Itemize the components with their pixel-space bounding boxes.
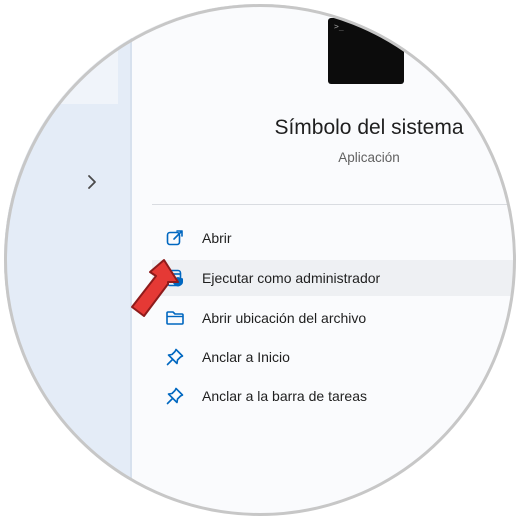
magnifier-circle: >_ Símbolo del sistema Aplicación Abrir — [4, 4, 514, 514]
separator — [152, 204, 514, 205]
menu-item-pin-start[interactable]: Anclar a Inicio — [152, 339, 514, 375]
left-pane-top — [4, 4, 118, 104]
menu-item-label: Ejecutar como administrador — [202, 270, 381, 286]
menu-item-label: Abrir — [202, 230, 232, 246]
screenshot: >_ Símbolo del sistema Aplicación Abrir — [0, 0, 520, 520]
open-external-icon — [164, 227, 186, 249]
red-pointer-arrow — [131, 259, 179, 317]
prompt-glyph: >_ — [334, 22, 344, 31]
app-subtitle: Aplicación — [338, 150, 400, 165]
menu-item-label: Abrir ubicación del archivo — [202, 310, 367, 326]
menu-item-label: Anclar a la barra de tareas — [202, 388, 367, 404]
menu-item-run-as-admin[interactable]: Ejecutar como administrador — [152, 260, 514, 296]
app-title: Símbolo del sistema — [274, 116, 464, 139]
chevron-right-icon[interactable] — [82, 172, 102, 192]
details-pane — [132, 4, 514, 514]
pin-icon — [164, 346, 186, 368]
command-prompt-icon: >_ — [328, 18, 404, 84]
menu-item-open-location[interactable]: Abrir ubicación del archivo — [152, 300, 514, 336]
menu-item-open[interactable]: Abrir — [152, 220, 514, 256]
pin-icon — [164, 385, 186, 407]
menu-item-pin-taskbar[interactable]: Anclar a la barra de tareas — [152, 378, 514, 414]
menu-item-label: Anclar a Inicio — [202, 349, 290, 365]
